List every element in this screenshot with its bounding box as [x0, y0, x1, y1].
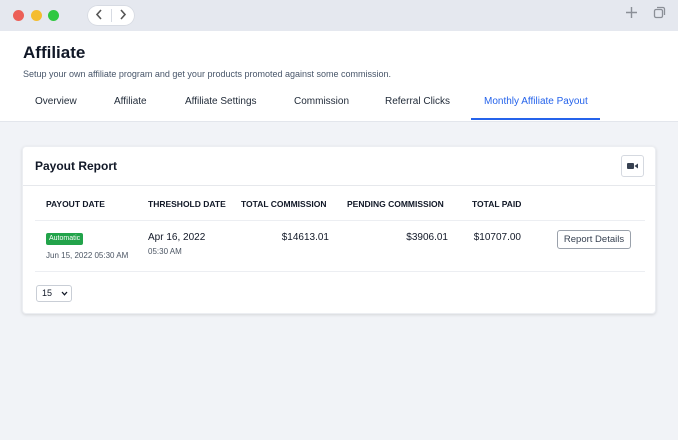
tab-monthly-affiliate-payout[interactable]: Monthly Affiliate Payout — [484, 96, 588, 107]
table-header-divider — [35, 220, 645, 221]
table-row-divider — [35, 271, 645, 272]
status-badge: Automatic — [46, 233, 84, 245]
close-window-button[interactable] — [13, 10, 24, 21]
minimize-window-button[interactable] — [31, 10, 42, 21]
column-header-threshold-date: THRESHOLD DATE — [148, 199, 226, 209]
per-page-select[interactable]: 15 — [36, 285, 72, 302]
video-tutorial-button[interactable] — [621, 155, 644, 177]
column-header-payout-date: PAYOUT DATE — [46, 199, 105, 209]
threshold-time: 05:30 AM — [148, 247, 182, 256]
maximize-window-button[interactable] — [48, 10, 59, 21]
navigation-buttons — [87, 5, 135, 26]
card-title: Payout Report — [35, 159, 118, 173]
tab-overview-button[interactable] — [652, 6, 666, 24]
page-title: Affiliate — [23, 43, 86, 62]
forward-button[interactable] — [112, 7, 134, 24]
tab-commission[interactable]: Commission — [294, 96, 349, 107]
tab-affiliate[interactable]: Affiliate — [114, 96, 147, 107]
tab-affiliate-settings[interactable]: Affiliate Settings — [185, 96, 257, 107]
card-divider — [23, 185, 655, 186]
tab-referral-clicks[interactable]: Referral Clicks — [385, 96, 450, 107]
column-header-total-paid: TOTAL PAID — [472, 199, 522, 209]
total-commission: $14613.01 — [281, 232, 329, 243]
browser-toolbar — [0, 0, 678, 31]
chevron-down-icon — [61, 289, 68, 299]
new-tab-button[interactable] — [624, 6, 638, 24]
back-button[interactable] — [88, 7, 110, 24]
payout-date: Jun 15, 2022 05:30 AM — [46, 251, 129, 260]
payout-report-card: Payout Report PAYOUT DATE THRESHOLD DATE… — [22, 146, 656, 314]
back-chevron-icon — [95, 7, 103, 25]
total-paid: $10707.00 — [473, 232, 521, 243]
page-header: Affiliate Setup your own affiliate progr… — [0, 31, 678, 122]
plus-icon — [625, 6, 638, 24]
per-page-value: 15 — [42, 288, 53, 298]
active-tab-indicator — [471, 118, 600, 120]
tab-overview[interactable]: Overview — [35, 96, 77, 107]
copy-window-icon — [653, 6, 666, 24]
forward-chevron-icon — [119, 7, 127, 25]
video-camera-icon — [627, 157, 638, 175]
pending-commission: $3906.01 — [406, 232, 448, 243]
column-header-pending-commission: PENDING COMMISSION — [347, 199, 444, 209]
column-header-total-commission: TOTAL COMMISSION — [241, 199, 327, 209]
report-details-button[interactable]: Report Details — [557, 230, 631, 249]
page-subtitle: Setup your own affiliate program and get… — [23, 69, 392, 79]
threshold-date: Apr 16, 2022 — [148, 232, 206, 243]
